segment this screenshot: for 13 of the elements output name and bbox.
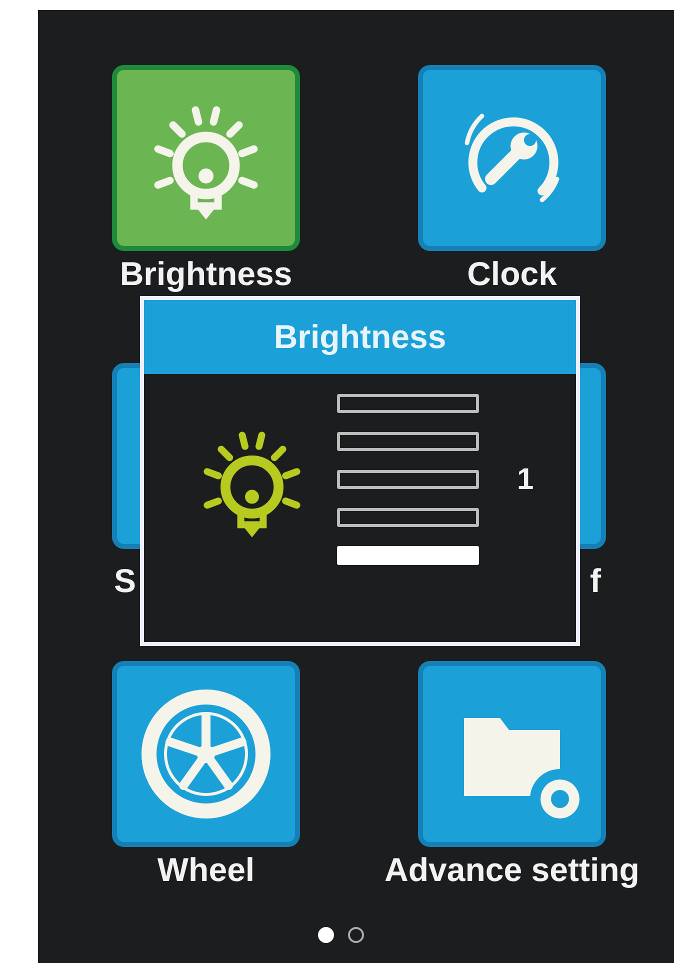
tile-label: f	[590, 563, 601, 599]
tile-label: Brightness	[120, 256, 292, 292]
dialog-title: Brightness	[274, 318, 446, 356]
menu-tile[interactable]	[112, 661, 300, 847]
tile-label: S	[114, 563, 136, 599]
level-reading: 1	[517, 462, 534, 496]
tile-label: Clock	[467, 256, 557, 292]
menu-tile[interactable]	[418, 661, 606, 847]
tile-label: Wheel	[157, 852, 255, 888]
menu-tile[interactable]	[418, 65, 606, 251]
page-dot[interactable]	[348, 927, 364, 943]
tile-label: Advance setting	[384, 852, 640, 888]
menu-tile[interactable]	[112, 65, 300, 251]
